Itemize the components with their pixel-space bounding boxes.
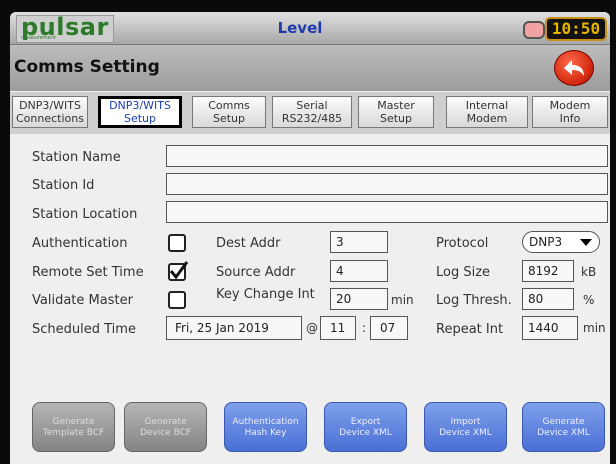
checkmark-icon [169, 261, 189, 280]
back-button[interactable] [554, 50, 594, 86]
tab-label-line1: DNP3/WITS [109, 99, 171, 112]
export-device-xml-button[interactable]: Export Device XML [324, 402, 407, 452]
station-id-label: Station Id [32, 178, 95, 193]
log-size-label: Log Size [436, 265, 491, 280]
button-label-line2: Template BCF [42, 428, 105, 438]
chevron-down-icon [580, 239, 592, 246]
generate-device-xml-button[interactable]: Generate Device XML [522, 402, 605, 452]
tab-modem-info[interactable]: Modem Info [532, 96, 608, 128]
tab-label-line1: DNP3/WITS [19, 99, 81, 112]
generate-device-bcf-button[interactable]: Generate Device BCF [124, 402, 207, 452]
dest-addr-field[interactable]: 3 [330, 231, 388, 253]
scheduled-hour-field[interactable]: 11 [320, 316, 356, 340]
repeat-int-label: Repeat Int [436, 322, 504, 337]
station-location-label: Station Location [32, 207, 138, 222]
log-thresh-field[interactable]: 80 [522, 288, 574, 310]
tab-label-line1: Modem [549, 99, 591, 112]
at-symbol: @ [306, 321, 318, 335]
header-title: Level [277, 19, 323, 37]
validate-master-checkbox[interactable] [168, 291, 186, 309]
station-name-label: Station Name [32, 150, 121, 165]
back-arrow-icon [564, 60, 584, 76]
tab-serial-rs232-485[interactable]: Serial RS232/485 [272, 96, 352, 128]
tab-label-line2: RS232/485 [281, 112, 343, 125]
log-thresh-label: Log Thresh. [436, 293, 512, 308]
button-label-line1: Import [450, 417, 481, 427]
station-id-field[interactable] [166, 173, 608, 195]
remote-set-time-checkbox[interactable] [168, 261, 189, 281]
button-label-line1: Generate [542, 417, 585, 427]
scheduled-date-field[interactable]: Fri, 25 Jan 2019 [166, 316, 302, 340]
clock-display: 10:50 [545, 17, 607, 41]
scheduled-time-label: Scheduled Time [32, 322, 136, 337]
protocol-value: DNP3 [529, 235, 563, 249]
tab-label-line2: Modem [466, 112, 508, 125]
button-label-line2: Hash Key [244, 428, 287, 438]
button-label-line2: Device XML [537, 428, 590, 438]
import-device-xml-button[interactable]: Import Device XML [424, 402, 507, 452]
tab-label-line2: Info [559, 112, 581, 125]
station-location-field[interactable] [166, 201, 608, 223]
key-change-int-unit: min [391, 293, 414, 307]
tab-bar: DNP3/WITS Connections DNP3/WITS Setup Co… [10, 92, 610, 134]
tab-label-line1: Internal [465, 99, 509, 112]
log-thresh-unit: % [583, 293, 595, 307]
protocol-label: Protocol [436, 236, 489, 251]
scheduled-minute-field[interactable]: 07 [370, 316, 408, 340]
button-label-line2: Device XML [439, 428, 492, 438]
tab-dnp3-wits-setup[interactable]: DNP3/WITS Setup [98, 96, 182, 128]
key-change-int-field[interactable]: 20 [330, 288, 388, 310]
tab-label-line2: Setup [379, 112, 413, 125]
station-name-field[interactable] [166, 145, 608, 167]
protocol-dropdown[interactable]: DNP3 [522, 231, 600, 253]
authentication-label: Authentication [32, 236, 128, 251]
tab-dnp3-wits-connections[interactable]: DNP3/WITS Connections [12, 96, 88, 128]
button-label-line2: Device XML [339, 428, 392, 438]
button-label-line2: Device BCF [139, 428, 192, 438]
tab-label-line2: Setup [123, 112, 157, 125]
repeat-int-field[interactable]: 1440 [522, 316, 578, 340]
tab-master-setup[interactable]: Master Setup [358, 96, 434, 128]
tab-label-line1: Comms [208, 99, 250, 112]
generate-template-bcf-button[interactable]: Generate Template BCF [32, 402, 115, 452]
button-label-line1: Export [350, 417, 381, 427]
button-label-line1: Generate [52, 417, 95, 427]
page-title-bar: Comms Setting [10, 45, 610, 91]
dest-addr-label: Dest Addr [216, 236, 281, 251]
repeat-int-unit: min [583, 321, 606, 335]
button-label-line1: Generate [144, 417, 187, 427]
page-title: Comms Setting [14, 57, 160, 77]
logo-subtext: measurement [21, 35, 56, 41]
top-header-bar: pulsar measurement Level 10:50 [10, 12, 610, 45]
authentication-checkbox[interactable] [168, 234, 186, 252]
status-led-icon [523, 21, 545, 39]
source-addr-label: Source Addr [216, 265, 296, 280]
log-size-unit: kB [581, 265, 597, 279]
tab-comms-setup[interactable]: Comms Setup [192, 96, 266, 128]
tab-label-line1: Master [377, 99, 415, 112]
pulsar-logo: pulsar measurement [16, 13, 114, 43]
device-screen: pulsar measurement Level 10:50 Comms Set… [10, 12, 610, 464]
button-label-line1: Authentication [232, 417, 299, 427]
key-change-int-label: Key Change Int [216, 287, 315, 302]
authentication-hash-key-button[interactable]: Authentication Hash Key [224, 402, 307, 452]
log-size-field[interactable]: 8192 [522, 260, 574, 282]
validate-master-label: Validate Master [32, 293, 133, 308]
tab-internal-modem[interactable]: Internal Modem [446, 96, 528, 128]
remote-set-time-label: Remote Set Time [32, 265, 144, 280]
source-addr-field[interactable]: 4 [330, 260, 388, 282]
tab-label-line2: Connections [16, 112, 84, 125]
tab-label-line1: Serial [296, 99, 328, 112]
time-colon: : [362, 321, 367, 335]
tab-label-line2: Setup [212, 112, 246, 125]
